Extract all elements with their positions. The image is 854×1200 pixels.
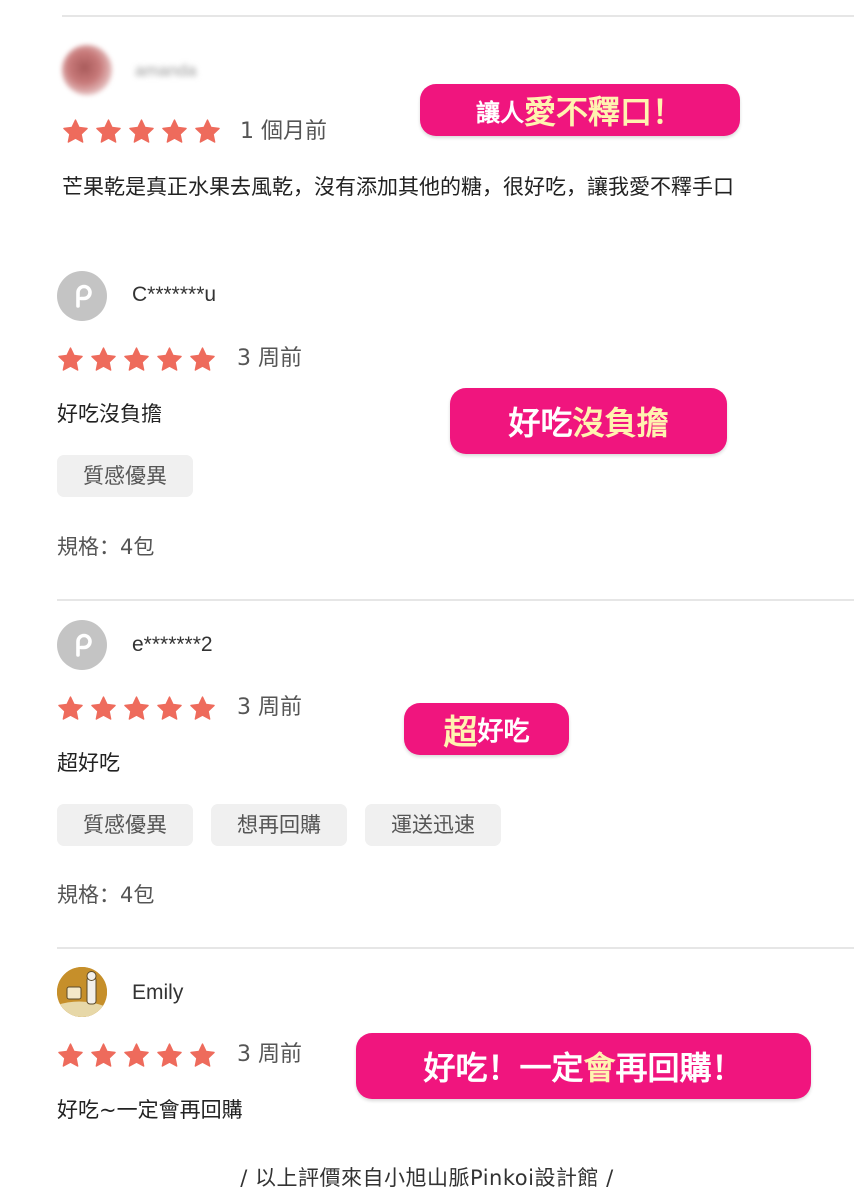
highlight-badge: 讓人 愛不釋口！ <box>420 84 740 136</box>
pinkoi-p-icon <box>76 633 92 657</box>
star-icon <box>124 1043 149 1067</box>
review-time: 3 周前 <box>237 1042 302 1067</box>
highlight-badge: 好吃 沒負擔 <box>450 388 727 454</box>
star-icon <box>190 696 215 720</box>
reviewer-name[interactable]: e*******2 <box>132 634 213 655</box>
reviewer-name[interactable]: Emily <box>132 982 183 1003</box>
spec-label: 規格： <box>57 535 120 559</box>
star-icon <box>157 1043 182 1067</box>
star-icon <box>157 696 182 720</box>
review-source-footer: / 以上評價來自小旭山脈Pinkoi設計館 / <box>240 1166 614 1190</box>
badge-text-highlight: 愛不釋口！ <box>523 93 684 131</box>
star-icon <box>124 347 149 371</box>
badge-text-highlight: 沒負擔 <box>572 404 669 442</box>
review-comment: 好吃~一定會再回購 <box>57 1098 243 1122</box>
spec-line: 規格：4包 <box>57 537 154 558</box>
star-rating <box>62 118 221 145</box>
review-comment: 芒果乾是真正水果去風乾，沒有添加其他的糖，很好吃，讓我愛不釋手口 <box>62 175 734 199</box>
star-icon <box>162 119 187 143</box>
star-icon <box>58 1043 83 1067</box>
spec-line: 規格：4包 <box>57 885 154 906</box>
star-icon <box>190 1043 215 1067</box>
star-icon <box>58 347 83 371</box>
review-tag: 質感優異 <box>57 804 193 846</box>
review-comment: 好吃沒負擔 <box>57 402 162 426</box>
highlight-badge: 好吃！一定會再回購！ <box>356 1033 811 1099</box>
avatar[interactable] <box>57 967 107 1017</box>
reviewer-name[interactable]: C*******u <box>132 284 216 305</box>
review-tag: 想再回購 <box>211 804 347 846</box>
star-icon <box>190 347 215 371</box>
star-icon <box>124 696 149 720</box>
cartoon-avatar-icon <box>57 967 107 1017</box>
avatar[interactable] <box>62 45 112 95</box>
review-time: 1 個月前 <box>240 119 327 144</box>
review-divider <box>57 947 854 949</box>
star-icon <box>157 347 182 371</box>
star-icon <box>91 696 116 720</box>
review-tag: 質感優異 <box>57 455 193 497</box>
spec-value: 4包 <box>120 883 155 907</box>
highlight-badge: 超好吃 <box>404 703 569 755</box>
badge-text-plain: 好吃 <box>477 716 530 747</box>
badge-text-plain: 再回購！ <box>615 1049 744 1087</box>
star-icon <box>129 119 154 143</box>
star-rating <box>57 1042 216 1069</box>
spec-label: 規格： <box>57 883 120 907</box>
star-icon <box>195 119 220 143</box>
review-divider <box>57 599 854 601</box>
star-rating <box>57 695 216 722</box>
avatar[interactable] <box>57 620 107 670</box>
avatar[interactable] <box>57 271 107 321</box>
pinkoi-p-icon <box>76 284 92 308</box>
review-comment: 超好吃 <box>57 751 120 775</box>
star-icon <box>96 119 121 143</box>
review-tag: 運送迅速 <box>365 804 501 846</box>
star-rating <box>57 346 216 373</box>
badge-text-highlight: 會 <box>583 1049 616 1087</box>
review-time: 3 周前 <box>237 346 302 371</box>
star-icon <box>91 347 116 371</box>
top-divider <box>62 15 854 17</box>
badge-text-plain: 好吃 <box>508 404 573 442</box>
star-icon <box>91 1043 116 1067</box>
review-time: 3 周前 <box>237 695 302 720</box>
spec-value: 4包 <box>120 535 155 559</box>
badge-text-plain: 好吃！一定 <box>423 1049 584 1087</box>
badge-text-highlight: 超 <box>443 712 478 753</box>
star-icon <box>63 119 88 143</box>
star-icon <box>58 696 83 720</box>
badge-text-plain: 讓人 <box>475 98 524 127</box>
reviewer-name[interactable]: amanda <box>135 62 196 79</box>
